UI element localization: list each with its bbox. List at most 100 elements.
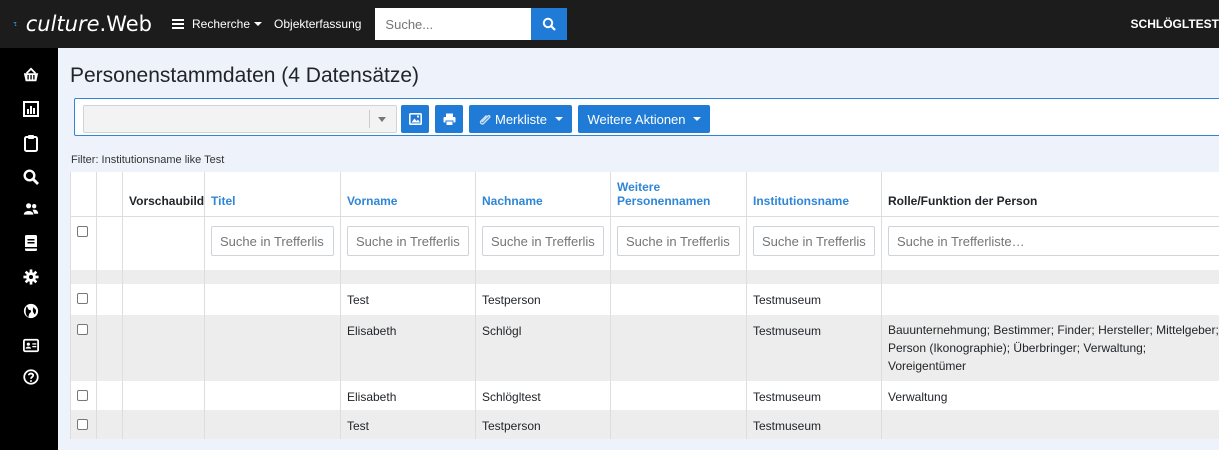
book-icon[interactable] — [23, 234, 39, 252]
print-button[interactable] — [435, 105, 463, 133]
table-cell-weitere — [610, 284, 747, 315]
table-cell — [96, 381, 123, 410]
nav-objekterfassung-label: Objekterfassung — [274, 17, 362, 31]
table-cell-institution: Testmuseum — [746, 381, 882, 410]
paperclip-icon — [479, 115, 491, 125]
row-checkbox[interactable] — [77, 324, 88, 335]
filter-input-weitere[interactable] — [617, 226, 740, 256]
empty-cell — [96, 216, 123, 270]
search-icon[interactable] — [23, 168, 39, 186]
table-cell-institution: Testmuseum — [746, 315, 882, 381]
filter-input-institution[interactable] — [753, 226, 875, 256]
basket-icon[interactable] — [23, 66, 39, 84]
table-cell-weitere — [610, 315, 747, 381]
header-select — [70, 172, 97, 217]
table-row[interactable]: Elisabeth Schlögltest Testmuseum Verwalt… — [70, 381, 1219, 410]
top-navbar: culture.Web Recherche Objekterfassung SC… — [0, 0, 1219, 48]
header-nachname[interactable]: Nachname — [475, 172, 611, 217]
table-row[interactable]: Elisabeth Schlögl Testmuseum Bauunterneh… — [70, 315, 1219, 381]
table-cell-weitere — [610, 410, 747, 439]
spacer-row — [70, 270, 1219, 284]
help-icon[interactable] — [23, 368, 39, 386]
row-checkbox[interactable] — [77, 419, 88, 430]
header-weitere-line2: Personennamen — [617, 194, 711, 208]
table-cell-nachname: Testperson — [475, 410, 611, 439]
clipboard-icon[interactable] — [23, 134, 39, 152]
brand-prefix: culture — [25, 12, 100, 36]
image-button[interactable] — [401, 105, 429, 133]
brand-suffix: .Web — [99, 12, 152, 36]
image-icon — [408, 113, 422, 125]
table-cell-institution: Testmuseum — [746, 284, 882, 315]
chevron-down-icon — [254, 22, 263, 26]
table-header-row: Vorschaubild Titel Vorname Nachname Weit… — [70, 172, 1219, 217]
select-all-checkbox[interactable] — [77, 226, 88, 237]
filter-info: Filter: Institutionsname like Test — [71, 154, 225, 166]
table-cell-rolle — [881, 284, 1219, 315]
column-search-row — [70, 216, 1219, 270]
view-select[interactable] — [83, 105, 397, 133]
table-cell-weitere — [610, 381, 747, 410]
table-row[interactable]: Test Testperson Testmuseum — [70, 410, 1219, 439]
id-card-icon[interactable] — [23, 336, 39, 354]
sidebar — [0, 48, 58, 450]
table-cell-vorname: Test — [340, 410, 476, 439]
table-cell-titel — [204, 381, 341, 410]
gear-icon[interactable] — [23, 268, 39, 286]
header-empty — [96, 172, 123, 217]
users-icon[interactable] — [23, 200, 39, 218]
table-cell-vorname: Elisabeth — [340, 315, 476, 381]
table-cell-vorschaubild — [122, 381, 205, 410]
table-cell-vorname: Elisabeth — [340, 381, 476, 410]
table-cell-nachname: Testperson — [475, 284, 611, 315]
row-checkbox[interactable] — [77, 293, 88, 304]
header-weitere-line1: Weitere — [617, 180, 661, 194]
merkliste-button[interactable]: Merkliste — [469, 105, 572, 133]
chevron-down-icon — [692, 117, 701, 121]
filter-cell-weitere — [610, 216, 747, 270]
nav-recherche-label: Recherche — [192, 17, 251, 31]
table-cell-vorschaubild — [122, 315, 205, 381]
table-cell-vorname: Test — [340, 284, 476, 315]
page-title: Personenstammdaten (4 Datensätze) — [70, 64, 420, 87]
filter-cell-vorname — [340, 216, 476, 270]
chart-icon[interactable] — [23, 100, 39, 118]
table-cell-rolle: Verwaltung — [881, 381, 1219, 410]
table-cell-institution: Testmuseum — [746, 410, 882, 439]
main-content: Personenstammdaten (4 Datensätze) Merkli… — [58, 48, 1219, 450]
search-button[interactable] — [531, 8, 568, 40]
filter-input-titel[interactable] — [211, 226, 334, 256]
action-toolbar: Merkliste Weitere Aktionen — [74, 98, 1219, 136]
row-select-cell — [70, 284, 97, 315]
header-institutionsname[interactable]: Institutionsname — [746, 172, 882, 217]
header-titel[interactable]: Titel — [204, 172, 341, 217]
search-input[interactable] — [375, 8, 532, 40]
nav-objekterfassung[interactable]: Objekterfassung — [274, 17, 361, 31]
filter-input-rolle[interactable] — [888, 226, 1219, 256]
table-row[interactable]: Test Testperson Testmuseum — [70, 284, 1219, 315]
weitere-aktionen-button[interactable]: Weitere Aktionen — [578, 105, 710, 133]
table-cell — [96, 315, 123, 381]
row-checkbox[interactable] — [77, 390, 88, 401]
table-cell — [96, 284, 123, 315]
table-cell-nachname: Schlögltest — [475, 381, 611, 410]
row-select-cell — [70, 381, 97, 410]
filter-input-vorname[interactable] — [347, 226, 469, 256]
table-cell-titel — [204, 284, 341, 315]
filter-cell-titel — [204, 216, 341, 270]
chevron-down-icon — [378, 117, 386, 122]
row-select-cell — [70, 410, 97, 439]
header-weitere-personennamen[interactable]: Weitere Personennamen — [610, 172, 747, 217]
nav-recherche[interactable]: Recherche — [172, 17, 263, 31]
brand[interactable]: culture.Web — [12, 12, 152, 36]
table-cell-rolle — [881, 410, 1219, 439]
header-rolle[interactable]: Rolle/Funktion der Person — [881, 172, 1219, 217]
user-menu[interactable]: SCHLÖGLTEST — [1131, 0, 1219, 48]
header-vorname[interactable]: Vorname — [340, 172, 476, 217]
filter-cell-rolle — [881, 216, 1219, 270]
header-vorschaubild[interactable]: Vorschaubild — [122, 172, 205, 217]
table-cell-nachname: Schlögl — [475, 315, 611, 381]
filter-input-nachname[interactable] — [482, 226, 604, 256]
globe-icon[interactable] — [23, 302, 39, 320]
select-divider — [369, 110, 370, 128]
